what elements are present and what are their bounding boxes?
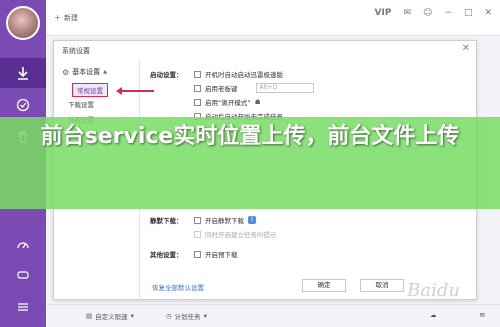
dialog-close-icon[interactable]: ✕ <box>462 43 470 54</box>
silent-label: 静默下载： <box>150 217 183 225</box>
away-mode-icon: ☗ <box>254 98 261 106</box>
plan-task-button[interactable]: ◷ 计划任务 ▾ <box>166 311 207 321</box>
auto-start-checkbox[interactable] <box>194 70 201 78</box>
plus-icon: ＋ <box>54 14 61 22</box>
clock-icon: ◷ <box>166 312 172 320</box>
silent-download-label: 开启静默下载 <box>205 217 244 225</box>
maximize-icon[interactable]: □ <box>464 8 473 18</box>
pre-download-checkbox[interactable] <box>194 250 201 258</box>
silent-row-0: 静默下载： 开启静默下载 i <box>150 215 256 225</box>
custom-speed-button[interactable]: ▤ 自定义限速 ▾ <box>86 311 134 321</box>
task-prompt-label: 同时开启建立任务时提示 <box>205 231 277 239</box>
bottom-right-icons: ☁ ✉ <box>430 311 485 319</box>
boss-key-checkbox[interactable] <box>194 84 201 92</box>
feedback-icon[interactable]: ✉ <box>403 8 411 18</box>
speed-limit-icon: ▤ <box>86 312 93 320</box>
sidebar-item-general[interactable]: 常规设置 <box>72 83 108 97</box>
away-mode-checkbox[interactable] <box>194 98 201 106</box>
startup-row-2: 启用“离开模式” ☗ <box>194 97 261 107</box>
chevron-down-icon: ▾ <box>130 312 134 320</box>
cancel-button[interactable]: 取消 <box>360 279 404 292</box>
sidebar-group-label: 基本设置 <box>72 68 101 76</box>
banner-title: 前台service实时位置上传，前台文件上传 <box>40 124 460 149</box>
top-bar: ＋ 新建 VIP ✉ ☺ − □ ✕ <box>46 0 500 36</box>
custom-speed-label: 自定义限速 <box>95 313 128 321</box>
ok-button[interactable]: 确定 <box>302 279 346 292</box>
download-icon[interactable] <box>0 58 46 88</box>
info-icon[interactable]: i <box>248 216 256 224</box>
menu-icon[interactable] <box>0 292 46 322</box>
pre-download-label: 开启预下载 <box>205 251 238 259</box>
task-prompt-checkbox[interactable] <box>194 230 201 238</box>
new-task-label: 新建 <box>64 14 78 22</box>
chevron-down-icon: ▲ <box>103 69 108 75</box>
other-label: 其他设置： <box>150 251 183 259</box>
sidebar-group-basic[interactable]: ⚙ 基本设置 ▲ <box>62 67 107 77</box>
chevron-down-icon: ▾ <box>203 312 207 320</box>
silent-download-checkbox[interactable] <box>194 216 201 224</box>
window-controls: VIP ✉ ☺ − □ ✕ <box>375 8 492 18</box>
bottom-bar: ▤ 自定义限速 ▾ ◷ 计划任务 ▾ ☁ ✉ <box>46 304 500 327</box>
cloud-icon[interactable]: ☁ <box>430 311 437 319</box>
silent-row-1: 同时开启建立任务时提示 <box>194 229 277 239</box>
vip-button[interactable]: VIP <box>375 8 392 18</box>
dialog-title: 系统设置 <box>62 47 90 55</box>
sidebar-item-download[interactable]: 下载设置 <box>68 99 94 109</box>
boss-key-label: 启用老板键 <box>205 85 238 93</box>
title-banner: 前台service实时位置上传，前台文件上传 <box>0 117 500 209</box>
skin-icon[interactable]: ☺ <box>423 8 432 18</box>
baidu-watermark: Baidu <box>407 280 460 301</box>
game-icon[interactable] <box>0 260 46 290</box>
restore-defaults-link[interactable]: 恢复全部默认设置 <box>152 282 204 292</box>
startup-row-1: 启用老板键 Alt+D <box>194 83 314 93</box>
minimize-icon[interactable]: − <box>444 8 452 18</box>
new-task-button[interactable]: ＋ 新建 <box>54 13 78 23</box>
boss-key-hotkey-input[interactable]: Alt+D <box>255 83 314 93</box>
startup-label: 启动设置： <box>150 71 183 79</box>
auto-start-label: 开机时自动启动迅雷极速版 <box>205 71 283 79</box>
red-arrow-annotation <box>116 87 154 95</box>
gear-icon: ⚙ <box>62 67 70 77</box>
away-mode-label: 启用“离开模式” <box>205 99 251 107</box>
speed-icon[interactable] <box>0 230 46 260</box>
plan-task-label: 计划任务 <box>174 313 201 321</box>
other-row-0: 其他设置： 开启预下载 <box>150 249 238 259</box>
startup-row-0: 启动设置： 开机时自动启动迅雷极速版 <box>150 69 283 79</box>
completed-icon[interactable] <box>0 90 46 120</box>
message-icon[interactable]: ✉ <box>480 311 485 319</box>
avatar[interactable] <box>6 6 40 40</box>
close-icon[interactable]: ✕ <box>484 8 492 18</box>
